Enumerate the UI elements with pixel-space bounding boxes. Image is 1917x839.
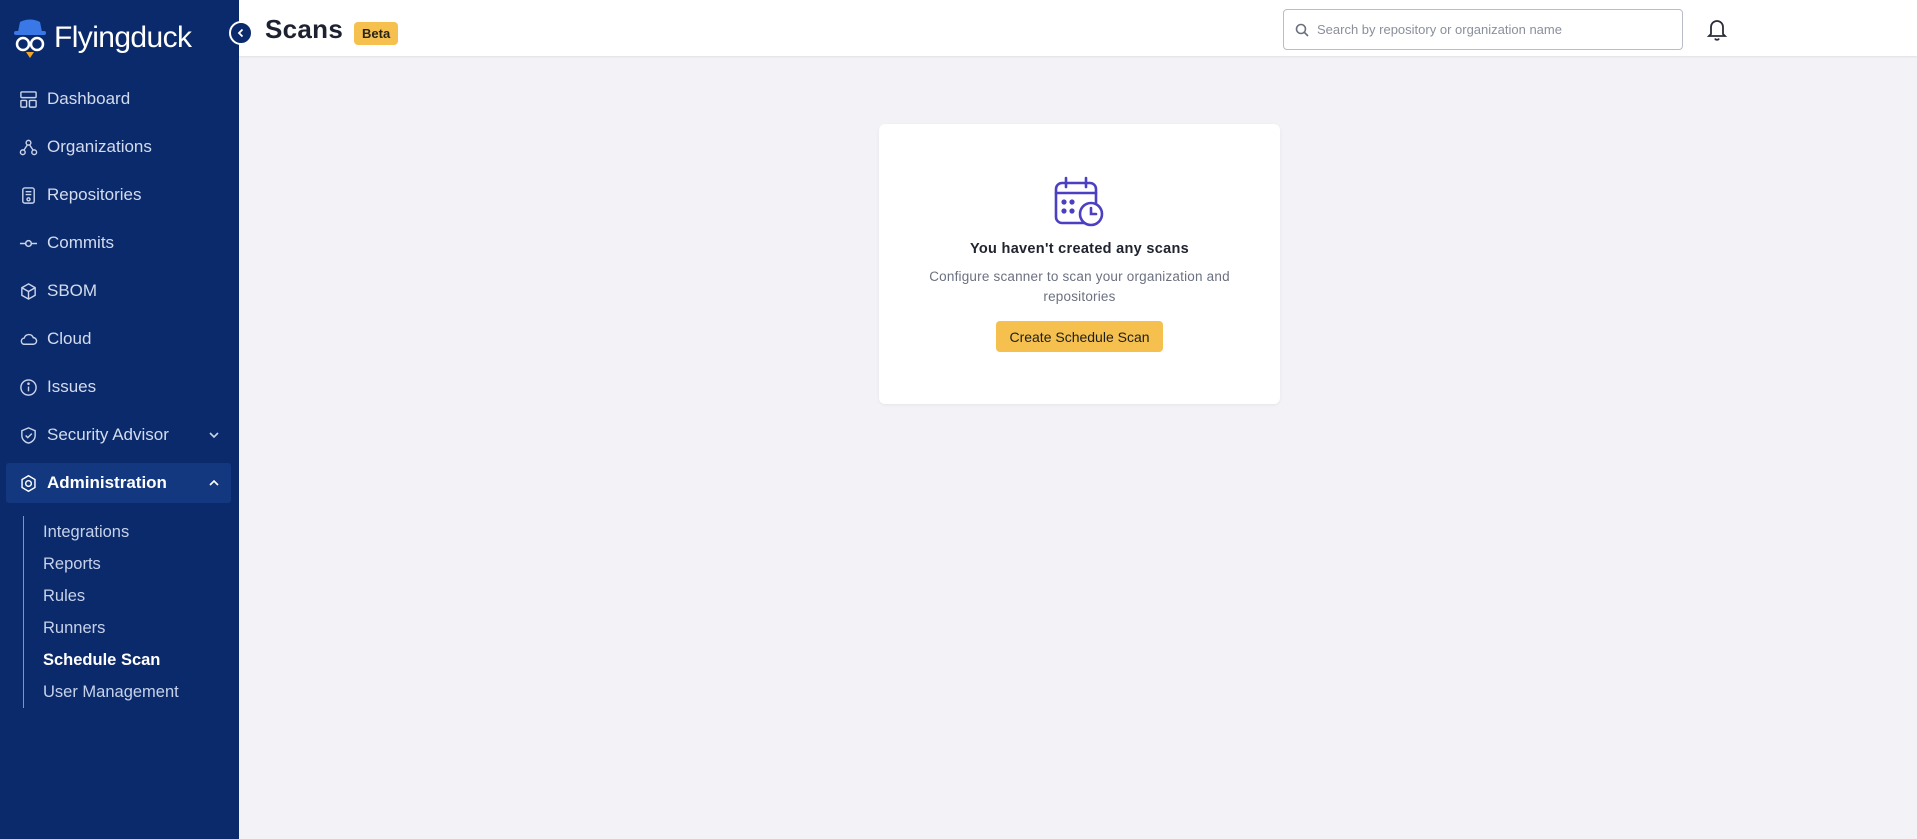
sidebar-item-label: Repositories — [47, 185, 142, 204]
sidebar-item-organizations[interactable]: Organizations — [6, 127, 231, 167]
create-schedule-scan-button[interactable]: Create Schedule Scan — [996, 321, 1163, 352]
sidebar-item-label: SBOM — [47, 281, 98, 300]
cube-icon — [17, 280, 39, 302]
repository-icon — [17, 184, 39, 206]
sidebar-item-label: Commits — [47, 233, 115, 252]
chevron-left-icon — [237, 28, 244, 38]
app-name: Flyingduck — [54, 21, 192, 54]
page-title: Scans — [265, 14, 344, 44]
sidebar-item-label: Cloud — [47, 329, 92, 348]
cloud-icon — [17, 328, 39, 350]
sidebar-collapse-button[interactable] — [229, 21, 253, 45]
sidebar-item-security-advisor[interactable]: Security Advisor — [6, 415, 231, 455]
notifications-button[interactable] — [1705, 16, 1729, 42]
sidebar-item-label: Security Advisor — [47, 425, 169, 444]
sidebar-item-cloud[interactable]: Cloud — [6, 319, 231, 359]
sidebar-item-label: Administration — [47, 473, 167, 492]
sidebar-item-issues[interactable]: Issues — [6, 367, 231, 407]
info-circle-icon — [17, 376, 39, 398]
org-tree-icon — [17, 136, 39, 158]
subnav-item-reports[interactable]: Reports — [43, 548, 223, 580]
sidebar-item-label: Dashboard — [47, 89, 131, 108]
administration-subnav: Integrations Reports Rules Runners Sched… — [23, 516, 223, 708]
chevron-up-icon — [207, 476, 221, 490]
chevron-down-icon — [207, 428, 221, 442]
app-logo[interactable]: Flyingduck — [10, 14, 192, 62]
sidebar-item-repositories[interactable]: Repositories — [6, 175, 231, 215]
search-box[interactable] — [1283, 9, 1683, 50]
main-nav: Dashboard Organizations Repositories Com… — [6, 79, 231, 511]
beta-badge: Beta — [354, 22, 399, 45]
sidebar-item-label: Organizations — [47, 137, 152, 156]
empty-state-description: Configure scanner to scan your organizat… — [929, 269, 1230, 304]
sidebar-item-administration[interactable]: Administration — [6, 463, 231, 503]
calendar-clock-icon — [1054, 176, 1104, 227]
top-header: Scans Beta — [239, 0, 1917, 56]
duck-logo-icon — [14, 19, 46, 58]
search-icon — [1295, 23, 1309, 37]
sidebar-item-commits[interactable]: Commits — [6, 223, 231, 263]
subnav-item-user-management[interactable]: User Management — [43, 676, 223, 708]
empty-state-card: You haven't created any scans Configure … — [879, 124, 1280, 404]
bell-icon — [1706, 20, 1728, 41]
subnav-item-integrations[interactable]: Integrations — [43, 516, 223, 548]
search-input[interactable] — [1317, 22, 1677, 37]
subnav-item-rules[interactable]: Rules — [43, 580, 223, 612]
sidebar: Flyingduck Dashboard Organizations Repos… — [0, 0, 239, 839]
commit-icon — [17, 232, 39, 254]
sidebar-item-dashboard[interactable]: Dashboard — [6, 79, 231, 119]
shield-check-icon — [17, 424, 39, 446]
gear-icon — [17, 472, 39, 494]
subnav-item-runners[interactable]: Runners — [43, 612, 223, 644]
subnav-item-schedule-scan[interactable]: Schedule Scan — [43, 644, 223, 676]
sidebar-item-label: Issues — [47, 377, 97, 396]
sidebar-item-sbom[interactable]: SBOM — [6, 271, 231, 311]
empty-state-title: You haven't created any scans — [970, 241, 1189, 257]
dashboard-icon — [17, 88, 39, 110]
